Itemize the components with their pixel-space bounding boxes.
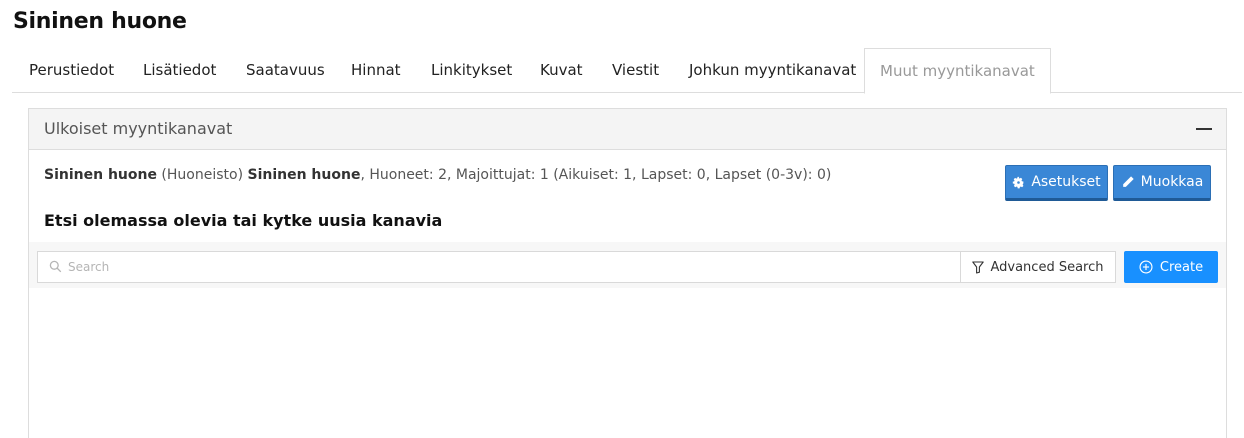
gear-icon bbox=[1013, 176, 1024, 188]
section-heading: Etsi olemassa olevia tai kytke uusia kan… bbox=[44, 211, 443, 230]
tab-saatavuus[interactable]: Saatavuus bbox=[246, 48, 325, 93]
search-field bbox=[37, 251, 961, 283]
settings-button[interactable]: Asetukset bbox=[1005, 165, 1108, 201]
advanced-search-button[interactable]: Advanced Search bbox=[960, 251, 1116, 283]
tab-johkun-myyntikanavat[interactable]: Johkun myyntikanavat bbox=[689, 48, 856, 93]
search-toolbar: Advanced Search Create bbox=[29, 242, 1226, 288]
tab-viestit[interactable]: Viestit bbox=[612, 48, 659, 93]
panel-heading: Ulkoiset myyntikanavat bbox=[29, 109, 1226, 150]
pencil-icon bbox=[1122, 176, 1134, 187]
room-name-secondary: Sininen huone bbox=[247, 167, 361, 183]
tab-bar: Perustiedot Lisätiedot Saatavuus Hinnat … bbox=[12, 48, 1242, 94]
page-title: Sininen huone bbox=[13, 9, 187, 34]
search-input[interactable] bbox=[66, 252, 946, 282]
tab-perustiedot[interactable]: Perustiedot bbox=[29, 48, 114, 93]
advanced-search-label: Advanced Search bbox=[990, 259, 1104, 275]
settings-button-label: Asetukset bbox=[1031, 174, 1101, 190]
edit-button-label: Muokkaa bbox=[1140, 174, 1204, 190]
room-type: (Huoneisto) bbox=[156, 167, 248, 183]
tab-kuvat[interactable]: Kuvat bbox=[540, 48, 583, 93]
room-info: Sininen huone (Huoneisto) Sininen huone,… bbox=[44, 167, 831, 183]
tab-muut-myyntikanavat[interactable]: Muut myyntikanavat bbox=[864, 48, 1051, 94]
plus-circle-icon bbox=[1139, 260, 1153, 274]
tab-hinnat[interactable]: Hinnat bbox=[351, 48, 401, 93]
room-details: , Huoneet: 2, Majoittujat: 1 (Aikuiset: … bbox=[360, 167, 832, 183]
edit-button[interactable]: Muokkaa bbox=[1113, 165, 1211, 201]
panel-title: Ulkoiset myyntikanavat bbox=[44, 119, 233, 138]
minus-icon[interactable] bbox=[1196, 128, 1212, 130]
tab-lisatiedot[interactable]: Lisätiedot bbox=[143, 48, 216, 93]
tab-linkitykset[interactable]: Linkitykset bbox=[431, 48, 512, 93]
room-name: Sininen huone bbox=[44, 167, 157, 183]
create-button[interactable]: Create bbox=[1124, 251, 1218, 283]
filter-icon bbox=[972, 260, 985, 274]
external-channels-panel: Ulkoiset myyntikanavat Sininen huone (Hu… bbox=[28, 108, 1227, 438]
create-button-label: Create bbox=[1159, 259, 1204, 275]
search-icon bbox=[49, 260, 62, 273]
